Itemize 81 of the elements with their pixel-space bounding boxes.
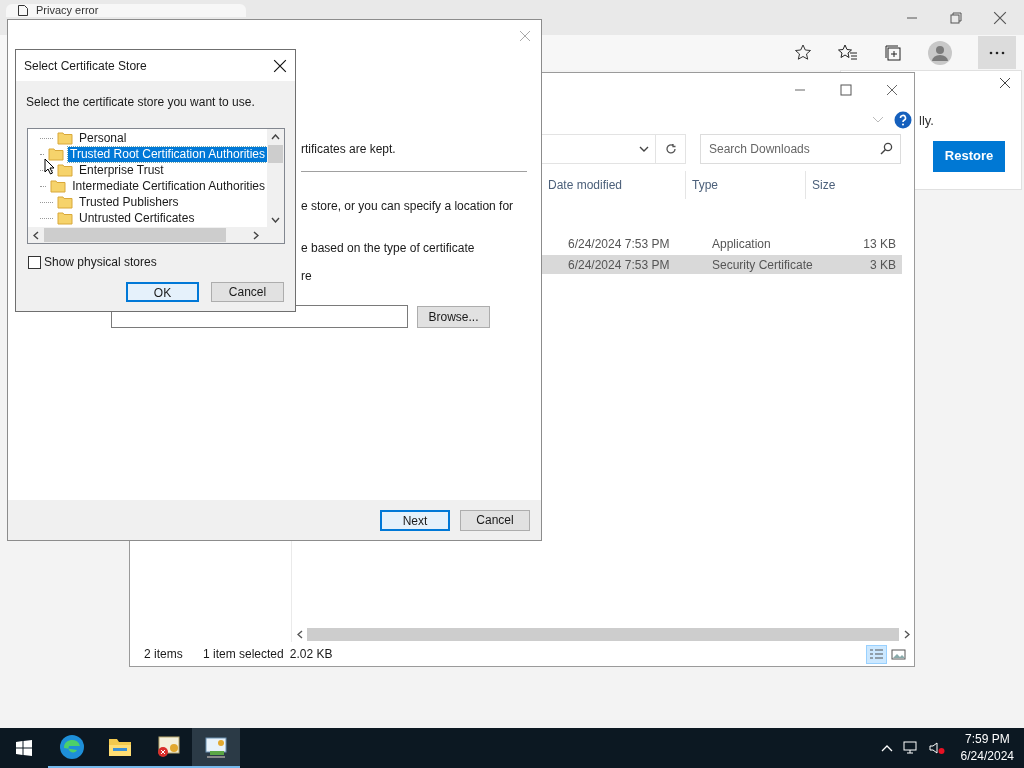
vertical-scrollbar[interactable] <box>267 129 284 227</box>
date-cell-text: 6/24/2024 7:53 PM <box>568 235 671 253</box>
details-view-icon <box>869 647 884 661</box>
search-icon[interactable] <box>880 142 893 155</box>
browser-icon <box>59 734 85 760</box>
page-icon <box>18 5 28 16</box>
scrollbar-thumb[interactable] <box>44 228 226 242</box>
cancel-button[interactable]: Cancel <box>460 509 530 531</box>
next-button[interactable]: Next <box>380 509 450 531</box>
horizontal-scrollbar[interactable] <box>28 227 284 243</box>
cancel-button[interactable]: Cancel <box>211 282 284 302</box>
scroll-right-icon[interactable] <box>903 630 910 639</box>
dialog-prompt: Select the certificate store you want to use. <box>26 94 256 111</box>
taskbar-app[interactable] <box>192 728 240 768</box>
add-favorite-icon[interactable] <box>794 43 812 62</box>
refresh-icon[interactable] <box>664 143 677 155</box>
selection-count: 1 item selected <box>203 646 284 663</box>
certificate-manager-icon <box>203 735 229 759</box>
collections-icon[interactable] <box>884 43 902 62</box>
clock-date[interactable]: 6/24/2024 <box>960 748 1014 765</box>
folder-icon <box>108 737 132 757</box>
item-count: 2 items <box>144 646 184 663</box>
scroll-left-icon[interactable] <box>296 630 303 639</box>
store-item[interactable]: Trusted Publishers <box>77 194 181 210</box>
avatar-icon[interactable] <box>928 40 952 65</box>
date-cell-text: 6/24/2024 7:53 PM <box>568 256 671 274</box>
folder-icon <box>57 163 73 177</box>
scroll-left-icon[interactable] <box>33 230 39 240</box>
scrollbar-thumb[interactable] <box>307 628 899 641</box>
checkbox-label: Show physical stores <box>44 254 157 271</box>
mouse-cursor-icon <box>44 158 55 175</box>
view-button[interactable] <box>866 644 887 664</box>
scroll-right-icon[interactable] <box>253 230 259 240</box>
store-item[interactable]: Enterprise Trust <box>77 162 166 178</box>
wizard-text: e based on the type of certificate <box>301 240 476 257</box>
store-tree[interactable]: Personal Trusted Root Certification Authorities Enterprise Trust Intermediate Certification Authorities Trusted Publishers Untrusted Certificates <box>27 128 285 244</box>
maximize-icon[interactable] <box>840 83 852 96</box>
folder-icon <box>57 195 73 209</box>
thumbnails-view-icon <box>891 647 906 661</box>
column-header[interactable]: Type <box>685 171 805 199</box>
checkbox[interactable] <box>28 255 41 269</box>
browser-tab[interactable]: Privacy error <box>6 4 246 17</box>
size-cell-text: 3 KB <box>869 256 896 274</box>
folder-icon <box>50 179 67 193</box>
wizard-text: e store, or you can specify a location for <box>301 198 515 215</box>
chevron-down-icon[interactable] <box>639 146 649 152</box>
browse-button[interactable]: Browse... <box>417 305 490 328</box>
restore-button[interactable]: Restore <box>933 140 1005 172</box>
windows-logo-icon <box>16 740 32 756</box>
help-icon[interactable] <box>894 111 912 129</box>
certificate-error-icon <box>155 735 181 759</box>
store-item[interactable]: Trusted Root Certification Authorities <box>68 146 267 162</box>
dialog-title: Select Certificate Store <box>24 57 147 75</box>
tab-title: Privacy error <box>36 4 99 17</box>
column-header[interactable]: Size <box>805 171 885 199</box>
restore-icon[interactable] <box>949 10 963 25</box>
store-item[interactable]: Intermediate Certification Authorities <box>70 178 267 194</box>
type-cell-text: Security Certificate <box>712 256 814 274</box>
scroll-up-icon[interactable] <box>271 134 280 140</box>
type-cell-text: Application <box>712 235 772 253</box>
selection-size: 2.02 KB <box>289 646 333 663</box>
store-item[interactable]: Personal <box>77 130 129 146</box>
folder-icon <box>57 131 73 145</box>
size-cell-text: 13 KB <box>862 235 896 253</box>
close-icon[interactable] <box>273 58 287 73</box>
favorites-icon[interactable] <box>838 43 858 62</box>
scrollbar-thumb[interactable] <box>268 145 283 163</box>
search-field[interactable]: Search Downloads <box>700 134 901 164</box>
clock-time[interactable]: 7:59 PM <box>964 731 1010 748</box>
more-icon <box>989 50 1005 55</box>
chevron-up-icon[interactable] <box>880 744 893 752</box>
volume-muted-icon[interactable] <box>928 741 945 755</box>
scroll-down-icon[interactable] <box>271 217 280 223</box>
close-icon[interactable] <box>999 77 1011 89</box>
notification-text: lly. <box>919 112 934 130</box>
folder-icon <box>57 211 73 225</box>
ok-button[interactable]: OK <box>126 282 199 302</box>
folder-icon <box>48 147 64 161</box>
store-item[interactable]: Untrusted Certificates <box>77 210 197 226</box>
wizard-text: rtificates are kept. <box>301 141 397 158</box>
network-icon[interactable] <box>902 741 919 755</box>
